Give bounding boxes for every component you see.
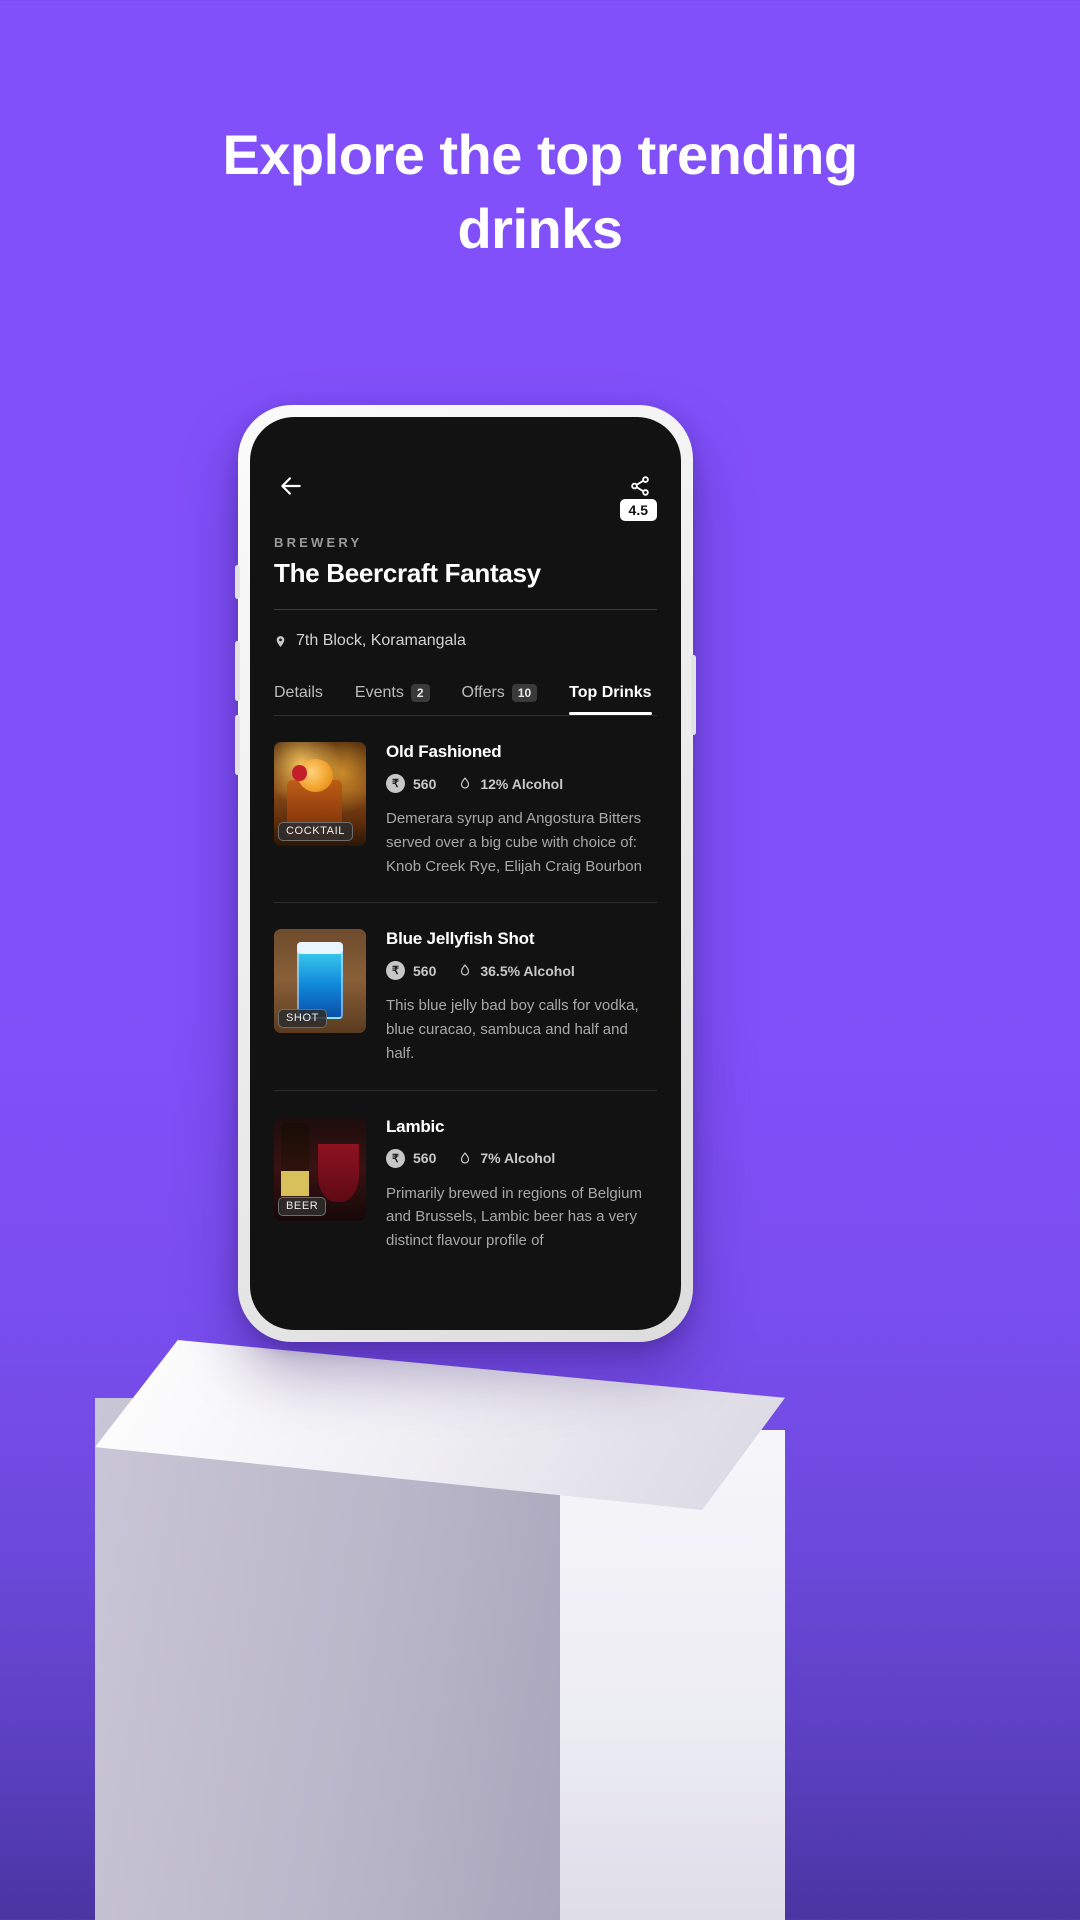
drink-price: ₹ 560 (386, 1148, 437, 1168)
drink-name: Blue Jellyfish Shot (386, 929, 535, 949)
drink-price-value: 560 (413, 962, 437, 979)
rupee-icon: ₹ (386, 774, 405, 794)
phone-mockup: BREWERY 4.5 The Beercraft Fantasy 7th Bl… (235, 405, 696, 1342)
drink-price-value: 560 (413, 775, 437, 792)
drink-thumbnail: BEER (274, 1116, 366, 1221)
pedestal-display (0, 1290, 1080, 1920)
droplet-icon (461, 1151, 470, 1164)
phone-silent-switch (235, 565, 240, 599)
tab-events-badge: 2 (410, 684, 430, 703)
drink-type-tag: SHOT (278, 1009, 327, 1029)
drink-meta: ₹ 560 36.5% Alcohol (386, 961, 657, 981)
rating-badge: 4.5 (619, 499, 657, 521)
drink-meta: ₹ 560 7% Alcohol (386, 1148, 657, 1168)
drink-alcohol-value: 36.5% Alcohol (480, 962, 575, 979)
venue-tabs: Details Events 2 Offers 10 Top Drinks (250, 650, 681, 716)
drink-alcohol: 12% Alcohol (458, 775, 563, 792)
drink-description: Primarily brewed in regions of Belgium a… (386, 1184, 642, 1249)
rupee-icon: ₹ (386, 1148, 405, 1168)
venue-location: 7th Block, Koramangala (250, 610, 681, 650)
rupee-icon: ₹ (386, 961, 405, 981)
drink-thumbnail: SHOT (274, 929, 366, 1034)
venue-address: 7th Block, Koramangala (296, 632, 466, 649)
drink-item[interactable]: COCKTAIL Old Fashioned ₹ 560 12% Alcohol… (274, 716, 657, 904)
app-topbar (250, 417, 681, 503)
venue-name: The Beercraft Fantasy (274, 558, 541, 588)
drinks-list: COCKTAIL Old Fashioned ₹ 560 12% Alcohol… (250, 716, 681, 1276)
drink-alcohol: 36.5% Alcohol (458, 962, 575, 979)
drink-description: Demerara syrup and Angostura Bitters ser… (386, 810, 642, 875)
tab-offers-label: Offers (461, 684, 505, 702)
tab-events[interactable]: Events 2 (355, 684, 430, 715)
phone-volume-up-button (235, 641, 240, 701)
back-button[interactable] (274, 469, 308, 503)
tab-details[interactable]: Details (274, 684, 323, 715)
venue-header: BREWERY 4.5 The Beercraft Fantasy (250, 499, 681, 589)
drink-description: This blue jelly bad boy calls for vodka,… (386, 997, 639, 1062)
tab-details-label: Details (274, 684, 323, 702)
drink-type-tag: COCKTAIL (278, 822, 353, 842)
tab-top-drinks[interactable]: Top Drinks (569, 684, 652, 716)
droplet-icon (461, 964, 470, 977)
drink-alcohol: 7% Alcohol (458, 1150, 555, 1167)
drink-price: ₹ 560 (386, 961, 437, 981)
map-pin-icon (276, 635, 285, 647)
drink-type-tag: BEER (278, 1196, 327, 1216)
drink-item[interactable]: BEER Lambic ₹ 560 7% Alcohol Primarily b… (274, 1091, 657, 1277)
droplet-icon (461, 777, 470, 789)
page-headline: Explore the top trending drinks (222, 123, 858, 260)
drink-price-value: 560 (413, 1150, 437, 1167)
phone-power-button (691, 655, 696, 735)
tab-offers-badge: 10 (511, 684, 538, 703)
tab-top-drinks-label: Top Drinks (569, 684, 652, 702)
venue-category: BREWERY (274, 535, 363, 550)
drink-item[interactable]: SHOT Blue Jellyfish Shot ₹ 560 36.5% Alc… (274, 903, 657, 1091)
share-button[interactable] (623, 469, 657, 503)
drink-alcohol-value: 7% Alcohol (480, 1150, 556, 1167)
tab-events-label: Events (354, 684, 404, 702)
drink-name: Lambic (386, 1116, 445, 1136)
share-icon (631, 476, 649, 496)
tab-offers[interactable]: Offers 10 (462, 684, 538, 715)
drink-thumbnail: COCKTAIL (274, 742, 366, 847)
phone-volume-down-button (235, 715, 240, 775)
drink-meta: ₹ 560 12% Alcohol (386, 774, 657, 794)
drink-alcohol-value: 12% Alcohol (480, 775, 564, 792)
arrow-left-icon (281, 477, 301, 495)
phone-screen: BREWERY 4.5 The Beercraft Fantasy 7th Bl… (250, 417, 681, 1330)
drink-name: Old Fashioned (386, 742, 502, 762)
drink-price: ₹ 560 (386, 774, 437, 794)
